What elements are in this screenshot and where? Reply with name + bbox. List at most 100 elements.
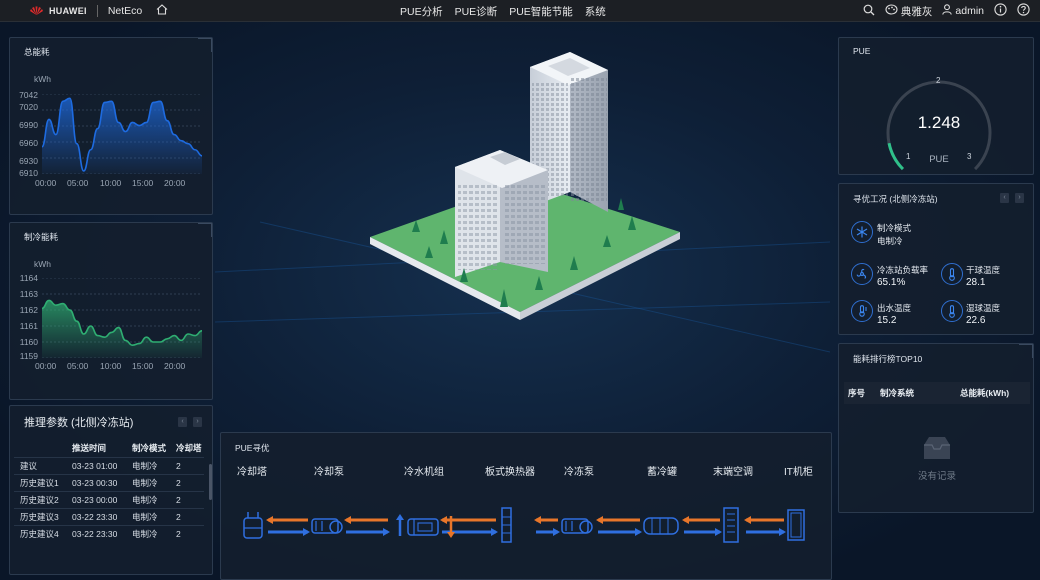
return-flow-arrow-head — [682, 516, 689, 524]
table-cell: 03-23 01:00 — [72, 460, 118, 471]
mode-value: 电制冷 — [877, 236, 903, 246]
user-name: admin — [955, 5, 984, 17]
supply-flow-arrow-head — [779, 528, 786, 536]
table-cell: 建议 — [20, 460, 38, 471]
table-header-row: 推送时间 制冷模式 冷却塔 — [14, 440, 204, 457]
inference-table: 推送时间 制冷模式 冷却塔 建议 03-23 01:00 电制冷 2 历史建议1 03-… — [14, 440, 204, 542]
ranking-title: 能耗排行榜TOP10 — [853, 354, 923, 364]
cooling-energy-unit: kWh — [34, 259, 51, 269]
table-row[interactable]: 建议 03-23 01:00 电制冷 2 — [14, 457, 204, 474]
next-page-button[interactable]: › — [1015, 193, 1024, 203]
total-energy-x-tick: 20:00 — [164, 178, 186, 188]
snowflake-icon — [851, 221, 873, 243]
theme-switcher[interactable]: 典雅灰 — [885, 4, 932, 19]
total-energy-chart — [42, 94, 202, 174]
table-scrollbar[interactable] — [209, 464, 212, 500]
cooling-energy-area — [42, 300, 202, 358]
cooling-energy-title: 制冷能耗 — [24, 232, 59, 242]
cooling-tower-icon — [243, 512, 263, 539]
pue-optimization-title: PUE寻优 — [235, 443, 270, 453]
prev-page-button[interactable]: ‹ — [1000, 193, 1009, 203]
table-cell: 2 — [176, 460, 181, 471]
search-icon[interactable] — [863, 4, 875, 19]
product-name: NetEco — [107, 5, 143, 17]
header-tools: 典雅灰 admin — [863, 0, 1030, 22]
cooling-energy-x-tick: 00:00 — [35, 361, 57, 371]
home-icon[interactable] — [156, 4, 168, 18]
table-cell: 历史建议3 — [20, 511, 59, 522]
help-icon[interactable] — [1017, 3, 1030, 19]
total-energy-y-tick: 7042 — [19, 90, 38, 100]
table-row[interactable]: 历史建议1 03-23 00:30 电制冷 2 — [14, 474, 204, 491]
equipment-label: 冷却塔 — [237, 467, 267, 478]
column-header: 总能耗(kWh) — [960, 388, 1010, 398]
total-energy-y-tick: 6990 — [19, 120, 38, 130]
inference-title: 推理参数 (北侧冷冻站) — [24, 417, 134, 429]
user-menu[interactable]: admin — [942, 4, 984, 18]
next-page-button[interactable]: › — [193, 417, 202, 427]
table-cell: 电制冷 — [132, 494, 158, 505]
brand-name: HUAWEI — [49, 6, 87, 16]
return-flow-arrow-head — [266, 516, 273, 524]
total-energy-x-tick: 05:00 — [67, 178, 89, 188]
equipment-label: 冷水机组 — [404, 467, 444, 478]
pue-panel: PUE 1.248 PUE 1 2 3 — [838, 37, 1034, 175]
table-cell: 2 — [176, 494, 181, 505]
chiller-icon — [407, 518, 439, 536]
table-cell: 2 — [176, 511, 181, 522]
pue-scale-max: 3 — [967, 152, 972, 161]
info-icon[interactable] — [994, 3, 1007, 19]
table-cell: 电制冷 — [132, 528, 158, 539]
vertical-flow-arrow-head — [396, 514, 404, 520]
storage-tank-icon — [643, 517, 679, 535]
cooling-energy-panel: 制冷能耗 kWh 1164 1163 1162 1161 1160 1159 0… — [9, 222, 213, 400]
cooling-energy-y-tick: 1163 — [19, 289, 38, 299]
table-cell: 电制冷 — [132, 477, 158, 488]
table-cell: 历史建议4 — [20, 528, 59, 539]
total-energy-y-tick: 7020 — [19, 102, 38, 112]
prev-page-button[interactable]: ‹ — [178, 417, 187, 427]
menu-item-system[interactable]: 系统 — [585, 4, 606, 19]
empty-tray-icon — [920, 435, 954, 466]
menu-item-pue-diagnosis[interactable]: PUE诊断 — [455, 4, 498, 19]
column-header: 制冷系统 — [880, 388, 915, 398]
pue-label: PUE — [929, 154, 949, 165]
pue-scale-mid: 2 — [936, 76, 941, 85]
equipment-label: 末端空调 — [713, 467, 753, 478]
table-cell: 03-22 23:30 — [72, 528, 118, 539]
total-energy-y-tick: 6960 — [19, 138, 38, 148]
table-row[interactable]: 历史建议4 03-22 23:30 电制冷 2 — [14, 525, 204, 542]
total-energy-x-tick: 15:00 — [132, 178, 154, 188]
load-label: 冷冻站负载率 — [877, 265, 929, 275]
table-cell: 2 — [176, 528, 181, 539]
top-bar: HUAWEI NetEco PUE分析 PUE诊断 PUE智能节能 系统 典雅灰… — [0, 0, 1040, 22]
table-row[interactable]: 历史建议3 03-22 23:30 电制冷 2 — [14, 508, 204, 525]
mode-label: 制冷模式 — [877, 223, 912, 233]
load-value: 65.1% — [877, 277, 906, 288]
cooling-energy-y-tick: 1164 — [19, 273, 38, 283]
chilled-pump-icon — [561, 518, 593, 534]
conditions-panel: 寻优工况 (北侧冷冻站) ‹ › 制冷模式 电制冷 冷冻站负载率 65.1% 干… — [838, 183, 1034, 335]
supply-flow-arrow-head — [383, 528, 390, 536]
outlet-temp-label: 出水温度 — [877, 303, 912, 313]
table-cell: 03-22 23:30 — [72, 511, 118, 522]
cooling-pump-icon — [311, 518, 343, 534]
supply-flow-arrow-head — [715, 528, 722, 536]
cooling-energy-x-tick: 20:00 — [164, 361, 186, 371]
main-menu: PUE分析 PUE诊断 PUE智能节能 系统 — [400, 0, 606, 22]
return-flow-arrow-head — [744, 516, 751, 524]
table-row[interactable]: 历史建议2 03-23 00:00 电制冷 2 — [14, 491, 204, 508]
column-header: 推送时间 — [72, 443, 107, 454]
panel-corner — [198, 223, 212, 237]
total-energy-x-tick: 10:00 — [100, 178, 122, 188]
thermometer-icon — [941, 300, 963, 322]
heat-exchanger-icon — [501, 507, 512, 543]
equipment-label: 冷却泵 — [314, 467, 344, 478]
cooling-energy-x-tick: 15:00 — [132, 361, 154, 371]
menu-item-pue-energy-saving[interactable]: PUE智能节能 — [509, 4, 573, 19]
return-flow-arrow-head — [534, 516, 541, 524]
menu-item-pue-analysis[interactable]: PUE分析 — [400, 4, 443, 19]
crac-unit-icon — [723, 507, 739, 543]
total-energy-title: 总能耗 — [24, 47, 50, 57]
cooling-energy-y-tick: 1160 — [19, 337, 38, 347]
